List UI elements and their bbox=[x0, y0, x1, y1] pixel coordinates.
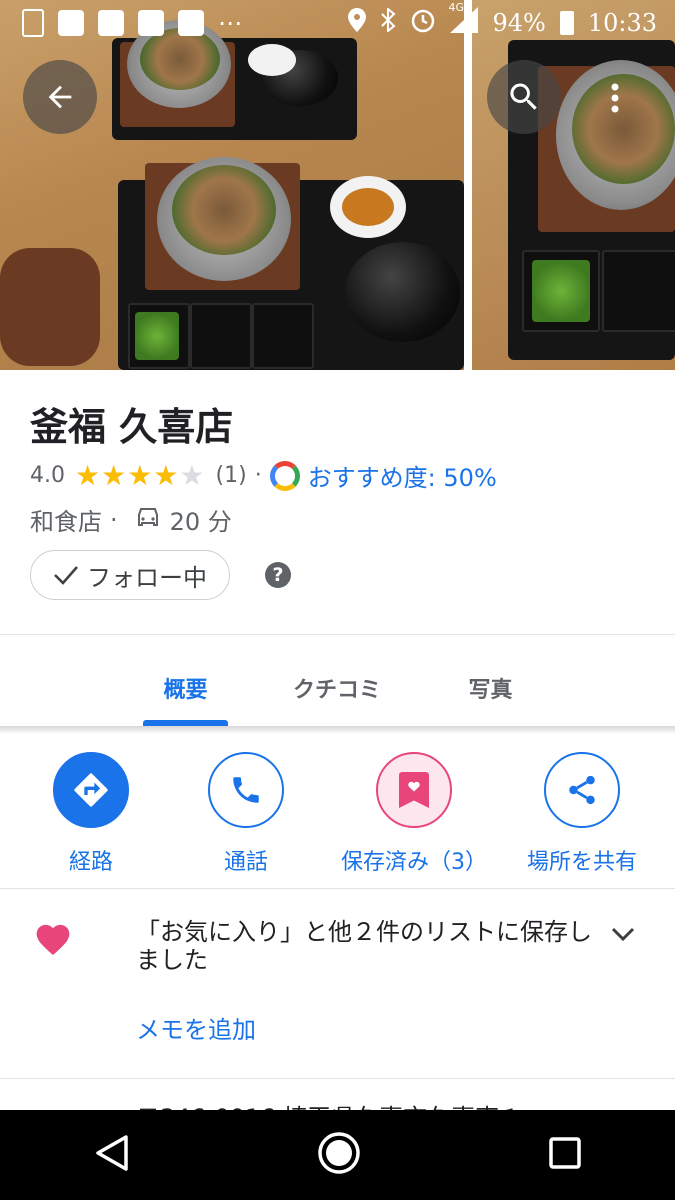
category-row: 和食店 · 20 分 bbox=[30, 502, 232, 537]
nav-recents-button[interactable] bbox=[548, 1136, 582, 1174]
tab-bar: 概要 クチコミ 写真 bbox=[0, 650, 675, 726]
tab-shadow bbox=[0, 726, 675, 734]
share-button[interactable]: 場所を共有 bbox=[502, 752, 662, 876]
match-score[interactable]: おすすめ度: 50% bbox=[308, 458, 497, 493]
star-empty-icons: ★ bbox=[179, 459, 206, 492]
status-bar: ⋯ 4G 94% 10:33 bbox=[0, 0, 675, 46]
separator-dot: · bbox=[110, 505, 118, 534]
tab-overview[interactable]: 概要 bbox=[143, 672, 228, 704]
follow-label: フォロー中 bbox=[87, 563, 207, 592]
more-options-button[interactable] bbox=[600, 76, 630, 120]
photo-strip[interactable] bbox=[0, 0, 675, 370]
arrow-back-icon bbox=[48, 85, 72, 109]
share-label: 場所を共有 bbox=[526, 850, 637, 875]
bookmark-heart-icon bbox=[399, 772, 429, 808]
mail-icon bbox=[178, 10, 204, 36]
divider bbox=[0, 1078, 675, 1079]
saved-lists-text: 「お気に入り」と他２件のリストに保存しました bbox=[136, 918, 592, 974]
sim-icon bbox=[22, 9, 44, 37]
category: 和食店 bbox=[30, 508, 102, 536]
follow-button[interactable]: フォロー中 bbox=[30, 550, 230, 600]
rating-stars: ★★★★★ bbox=[75, 459, 206, 492]
battery-percent: 94% bbox=[492, 9, 546, 37]
photo-secondary[interactable] bbox=[472, 0, 675, 370]
tab-photos[interactable]: 写真 bbox=[448, 672, 533, 704]
separator-dot: · bbox=[254, 463, 262, 488]
rating-value: 4.0 bbox=[30, 463, 65, 488]
more-vert-icon bbox=[611, 83, 619, 113]
share-icon bbox=[569, 775, 595, 805]
directions-icon-circle bbox=[53, 752, 129, 828]
photo-main[interactable] bbox=[0, 0, 464, 370]
phone-icon bbox=[233, 777, 259, 803]
photo-pot-contents bbox=[172, 165, 276, 255]
nav-home-button[interactable] bbox=[317, 1131, 361, 1179]
place-name: 釜福 久喜店 bbox=[30, 404, 234, 449]
photo-small-dish bbox=[252, 303, 314, 369]
google-match-icon bbox=[269, 460, 300, 491]
review-count[interactable]: (1) bbox=[216, 463, 247, 488]
status-notifications: ⋯ bbox=[0, 9, 242, 37]
network-type: 4G bbox=[448, 1, 465, 14]
photo-dish bbox=[248, 44, 296, 76]
tab-reviews[interactable]: クチコミ bbox=[282, 672, 392, 704]
share-icon-circle bbox=[544, 752, 620, 828]
directions-icon bbox=[74, 773, 108, 807]
help-icon[interactable]: ? bbox=[265, 562, 291, 588]
divider bbox=[0, 888, 675, 889]
nav-bar bbox=[0, 1110, 675, 1200]
notification-icon bbox=[98, 10, 124, 36]
photo-greens bbox=[532, 260, 590, 322]
photo-greens bbox=[135, 312, 179, 360]
call-icon-circle bbox=[208, 752, 284, 828]
nav-back-button[interactable] bbox=[94, 1134, 130, 1176]
call-button[interactable]: 通話 bbox=[166, 752, 326, 876]
signal-icon: 4G bbox=[448, 1, 479, 39]
chevron-down-icon bbox=[611, 927, 635, 942]
more-notifications-icon: ⋯ bbox=[218, 9, 242, 37]
add-note-link[interactable]: メモを追加 bbox=[136, 1010, 256, 1045]
alarm-icon bbox=[410, 7, 436, 39]
home-circle-icon bbox=[317, 1132, 360, 1174]
photo-bowl bbox=[345, 242, 460, 342]
drive-time: 20 分 bbox=[169, 508, 232, 536]
star-filled-icons: ★★★★ bbox=[75, 459, 180, 492]
divider bbox=[0, 634, 675, 635]
clock: 10:33 bbox=[587, 9, 657, 37]
directions-label: 経路 bbox=[68, 850, 113, 875]
directions-button[interactable]: 経路 bbox=[11, 752, 171, 876]
photo-board bbox=[0, 248, 100, 366]
heart-icon bbox=[33, 920, 73, 960]
saved-icon-circle bbox=[376, 752, 452, 828]
photo-small-dish bbox=[190, 303, 252, 369]
photo-small-dish bbox=[602, 250, 675, 332]
location-icon bbox=[348, 8, 367, 38]
notification-icon bbox=[58, 10, 84, 36]
battery-icon bbox=[559, 11, 574, 35]
saved-button[interactable]: 保存済み（3） bbox=[334, 752, 494, 876]
saved-label: 保存済み（3） bbox=[341, 850, 487, 875]
search-icon bbox=[510, 83, 537, 110]
call-label: 通話 bbox=[223, 850, 268, 875]
check-icon bbox=[54, 566, 78, 585]
photo-dish-contents bbox=[342, 188, 394, 226]
expand-button[interactable] bbox=[610, 924, 636, 948]
triangle-back-icon bbox=[95, 1135, 128, 1171]
car-icon bbox=[136, 506, 160, 534]
maps-notification-icon bbox=[138, 10, 164, 36]
back-button[interactable] bbox=[23, 60, 97, 134]
status-system: 4G 94% 10:33 bbox=[348, 1, 675, 39]
rating-row[interactable]: 4.0 ★★★★★ (1) · おすすめ度: 50% bbox=[30, 458, 497, 493]
bluetooth-icon bbox=[380, 6, 396, 38]
search-button[interactable] bbox=[487, 60, 561, 134]
square-recents-icon bbox=[548, 1137, 581, 1169]
